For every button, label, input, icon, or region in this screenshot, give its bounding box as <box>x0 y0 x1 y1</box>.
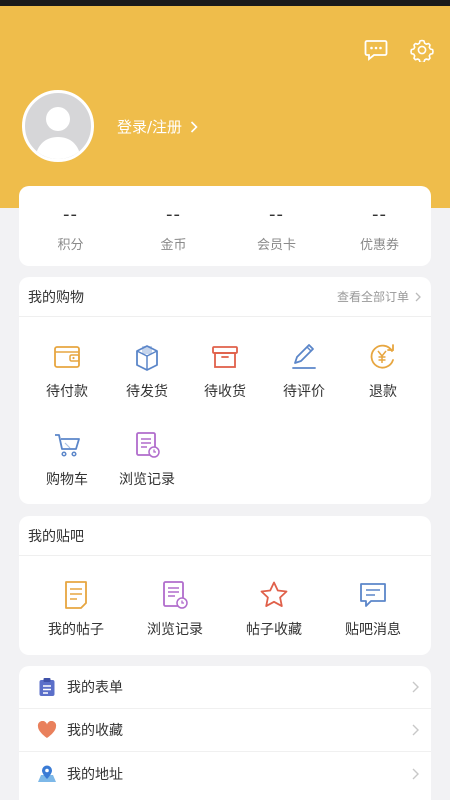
chevron-right-icon <box>415 292 421 301</box>
stat-coins[interactable]: -- 金币 <box>122 186 225 266</box>
stat-coupons[interactable]: -- 优惠券 <box>328 186 431 266</box>
item-label: 浏览记录 <box>119 472 175 488</box>
my-address-row[interactable]: 我的地址 <box>19 752 431 795</box>
star-icon <box>258 579 290 611</box>
clipboard-icon <box>37 677 57 697</box>
view-all-label: 查看全部订单 <box>336 290 409 304</box>
message-icon <box>357 579 389 611</box>
pending-review-button[interactable]: 待评价 <box>264 341 344 401</box>
stat-points[interactable]: -- 积分 <box>19 186 122 266</box>
section-title: 我的贴吧 <box>28 528 84 545</box>
tieba-browse-history-button[interactable]: 浏览记录 <box>135 579 215 639</box>
chevron-right-icon <box>412 681 419 693</box>
my-posts-button[interactable]: 我的帖子 <box>36 579 116 639</box>
item-label: 待发货 <box>126 384 168 400</box>
post-favorites-button[interactable]: 帖子收藏 <box>234 579 314 639</box>
stat-member-card[interactable]: -- 会员卡 <box>225 186 328 266</box>
chevron-right-icon <box>412 724 419 736</box>
item-label: 我的帖子 <box>48 622 104 638</box>
row-label: 我的收藏 <box>67 723 123 739</box>
stats-card: -- 积分 -- 金币 -- 会员卡 -- 优惠券 <box>19 186 431 266</box>
login-label: 登录/注册 <box>117 118 183 136</box>
browse-history-button[interactable]: 浏览记录 <box>107 429 187 489</box>
stat-value: -- <box>63 204 78 225</box>
chevron-right-icon <box>412 768 419 779</box>
stat-label: 会员卡 <box>256 238 296 253</box>
message-icon[interactable] <box>362 36 390 64</box>
yen-refund-icon <box>367 341 399 373</box>
my-shopping-card: 我的购物 查看全部订单 待付款 待发货 待收货 待评价 退款 购物车 浏览记录 <box>19 277 431 504</box>
my-favorites-row[interactable]: 我的收藏 <box>19 709 431 752</box>
cart-button[interactable]: 购物车 <box>27 429 107 489</box>
pen-icon <box>288 341 320 373</box>
history-doc-icon <box>159 579 191 611</box>
my-tieba-card: 我的贴吧 我的帖子 浏览记录 帖子收藏 贴吧消息 <box>19 516 431 655</box>
login-register-link[interactable]: 登录/注册 <box>117 116 198 137</box>
item-label: 浏览记录 <box>147 622 203 638</box>
settings-list: 我的表单 我的收藏 我的地址 <box>19 666 431 800</box>
note-icon <box>60 579 92 611</box>
section-header: 我的购物 查看全部订单 <box>19 277 431 317</box>
pending-receipt-button[interactable]: 待收货 <box>185 341 265 401</box>
view-all-orders-link[interactable]: 查看全部订单 <box>337 288 421 305</box>
package-icon <box>131 341 163 373</box>
item-label: 退款 <box>369 384 397 400</box>
item-label: 帖子收藏 <box>246 622 302 638</box>
stat-value: -- <box>269 204 284 225</box>
avatar[interactable] <box>22 90 94 162</box>
stat-label: 金币 <box>160 238 187 253</box>
location-icon <box>37 764 57 784</box>
history-doc-icon <box>131 429 163 461</box>
item-label: 待收货 <box>204 384 246 400</box>
chevron-right-icon <box>190 120 198 133</box>
stat-value: -- <box>372 204 387 225</box>
stat-label: 优惠券 <box>359 238 399 253</box>
gear-icon[interactable] <box>408 36 436 64</box>
cart-icon <box>51 429 83 461</box>
heart-icon <box>37 720 57 740</box>
pending-shipment-button[interactable]: 待发货 <box>107 341 187 401</box>
box-icon <box>209 341 241 373</box>
stat-value: -- <box>166 204 181 225</box>
wallet-icon <box>51 341 83 373</box>
item-label: 购物车 <box>46 472 88 488</box>
row-label: 我的表单 <box>67 680 123 696</box>
pending-payment-button[interactable]: 待付款 <box>27 341 107 401</box>
section-header: 我的贴吧 <box>19 516 431 556</box>
refund-button[interactable]: 退款 <box>343 341 423 401</box>
item-label: 待付款 <box>46 384 88 400</box>
profile-header: 登录/注册 <box>0 6 450 208</box>
my-forms-row[interactable]: 我的表单 <box>19 666 431 709</box>
item-label: 贴吧消息 <box>345 622 401 638</box>
row-label: 我的地址 <box>67 766 123 783</box>
tieba-messages-button[interactable]: 贴吧消息 <box>333 579 413 639</box>
stat-label: 积分 <box>57 238 84 253</box>
section-title: 我的购物 <box>28 289 84 306</box>
item-label: 待评价 <box>283 384 325 400</box>
